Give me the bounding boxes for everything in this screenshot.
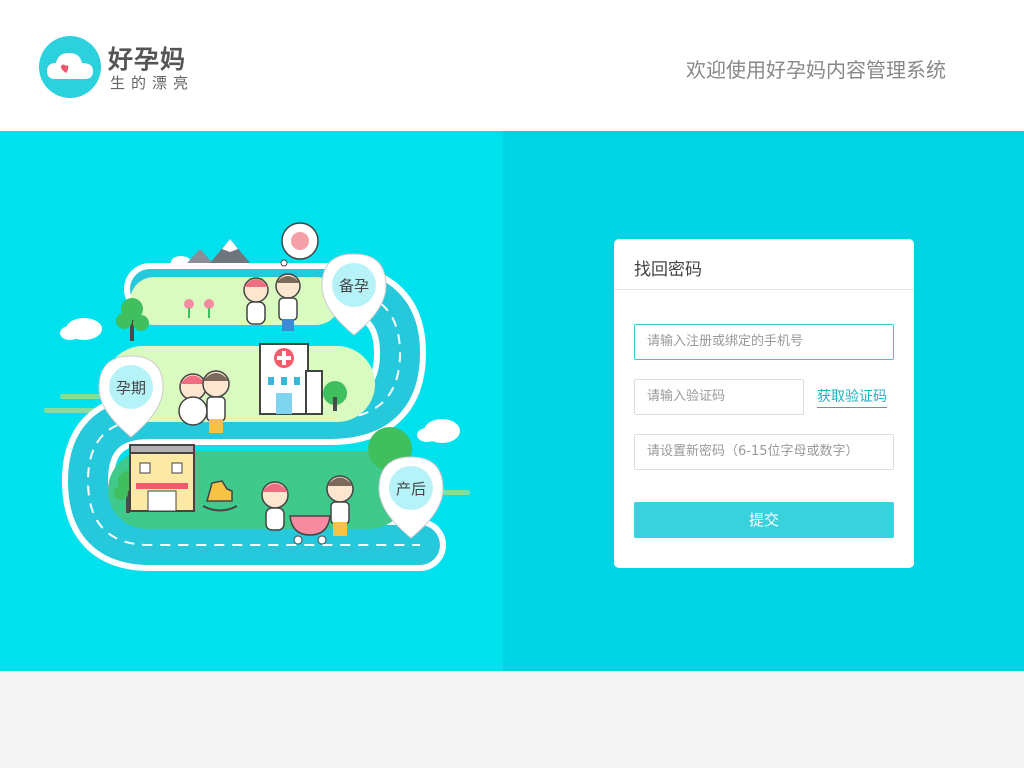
stage-label-prepare: 备孕 bbox=[339, 277, 369, 295]
logo-icon bbox=[39, 36, 101, 98]
card-title: 找回密码 bbox=[634, 260, 702, 280]
brand-name: 好孕妈 bbox=[108, 45, 187, 74]
stage-label-pregnancy: 孕期 bbox=[116, 379, 146, 397]
password-recovery-card: 找回密码 请输入注册或绑定的手机号 请输入验证码 获取验证码 请设置新密码（6-… bbox=[614, 239, 914, 568]
header: 好孕妈 生的漂亮 欢迎使用好孕妈内容管理系统 bbox=[0, 0, 1024, 131]
house-icon bbox=[129, 444, 195, 512]
pregnancy-journey-illustration: 备孕 孕期 产后 bbox=[44, 222, 470, 571]
submit-button[interactable]: 提交 bbox=[634, 502, 894, 538]
brand-slogan: 生的漂亮 bbox=[110, 74, 195, 92]
verification-code-input[interactable]: 请输入验证码 bbox=[634, 379, 804, 415]
stage-label-postpartum: 产后 bbox=[396, 480, 426, 498]
new-password-input[interactable]: 请设置新密码（6-15位字母或数字） bbox=[634, 434, 894, 470]
get-code-link[interactable]: 获取验证码 bbox=[817, 386, 887, 408]
cloud-icon bbox=[60, 318, 102, 340]
divider bbox=[614, 289, 914, 290]
cloud-icon bbox=[417, 419, 460, 443]
phone-input[interactable]: 请输入注册或绑定的手机号 bbox=[634, 324, 894, 360]
welcome-text: 欢迎使用好孕妈内容管理系统 bbox=[686, 58, 946, 82]
